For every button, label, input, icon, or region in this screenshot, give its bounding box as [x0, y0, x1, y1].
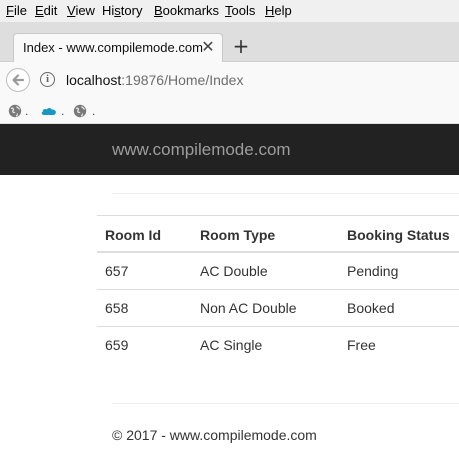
- rooms-table: Room Id Room Type Booking Status 657 AC …: [97, 215, 459, 364]
- bookmarks-toolbar: . . .: [0, 98, 459, 124]
- navigation-bar: i localhost:19876/Home/Index: [0, 62, 459, 98]
- new-tab-button[interactable]: +: [231, 35, 251, 57]
- menu-view[interactable]: View: [67, 3, 95, 18]
- booking-status-cell: Booked: [347, 300, 395, 316]
- url-field[interactable]: localhost:19876/Home/Index: [66, 72, 243, 88]
- menu-help[interactable]: Help: [265, 3, 292, 18]
- tab-strip: Index - www.compilemode.com ✕ +: [0, 22, 459, 62]
- url-host: localhost: [66, 72, 122, 88]
- room-id-cell: 657: [105, 263, 129, 279]
- globe-icon[interactable]: [73, 104, 87, 118]
- room-type-cell: AC Single: [200, 337, 263, 353]
- url-path: :19876/Home/Index: [121, 72, 244, 88]
- menu-history[interactable]: History: [102, 3, 142, 18]
- column-header-room-type: Room Type: [200, 227, 276, 243]
- menu-bar: File Edit View History Bookmarks Tools H…: [0, 0, 459, 22]
- divider: [112, 193, 459, 194]
- table-row: 659 AC Single Free: [97, 327, 459, 364]
- room-type-cell: AC Double: [200, 263, 268, 279]
- bookmark-label[interactable]: .: [25, 104, 28, 118]
- table-header-row: Room Id Room Type Booking Status: [97, 216, 459, 253]
- site-brand-link[interactable]: www.compilemode.com: [112, 140, 291, 160]
- globe-icon[interactable]: [8, 104, 22, 118]
- bookmark-label[interactable]: .: [92, 104, 95, 118]
- cloud-icon[interactable]: [40, 104, 58, 118]
- bookmark-label[interactable]: .: [61, 104, 64, 118]
- table-row: 658 Non AC Double Booked: [97, 290, 459, 327]
- column-header-booking-status: Booking Status: [347, 227, 450, 243]
- back-arrow-icon: [12, 74, 25, 86]
- menu-tools[interactable]: Tools: [225, 3, 255, 18]
- close-icon[interactable]: ✕: [200, 38, 216, 56]
- info-icon[interactable]: i: [40, 72, 55, 87]
- tab-index[interactable]: Index - www.compilemode.com ✕: [13, 33, 223, 62]
- booking-status-cell: Free: [347, 337, 376, 353]
- tab-title: Index - www.compilemode.com: [23, 40, 203, 55]
- back-button[interactable]: [6, 68, 30, 92]
- menu-edit[interactable]: Edit: [35, 3, 57, 18]
- footer-copyright: © 2017 - www.compilemode.com: [112, 427, 317, 443]
- room-id-cell: 658: [105, 300, 129, 316]
- menu-file[interactable]: File: [6, 3, 27, 18]
- booking-status-cell: Pending: [347, 263, 399, 279]
- room-id-cell: 659: [105, 337, 129, 353]
- menu-bookmarks[interactable]: Bookmarks: [154, 3, 219, 18]
- table-row: 657 AC Double Pending: [97, 253, 459, 290]
- site-navbar: www.compilemode.com: [0, 124, 459, 175]
- room-type-cell: Non AC Double: [200, 300, 297, 316]
- divider: [112, 403, 459, 404]
- column-header-room-id: Room Id: [105, 227, 161, 243]
